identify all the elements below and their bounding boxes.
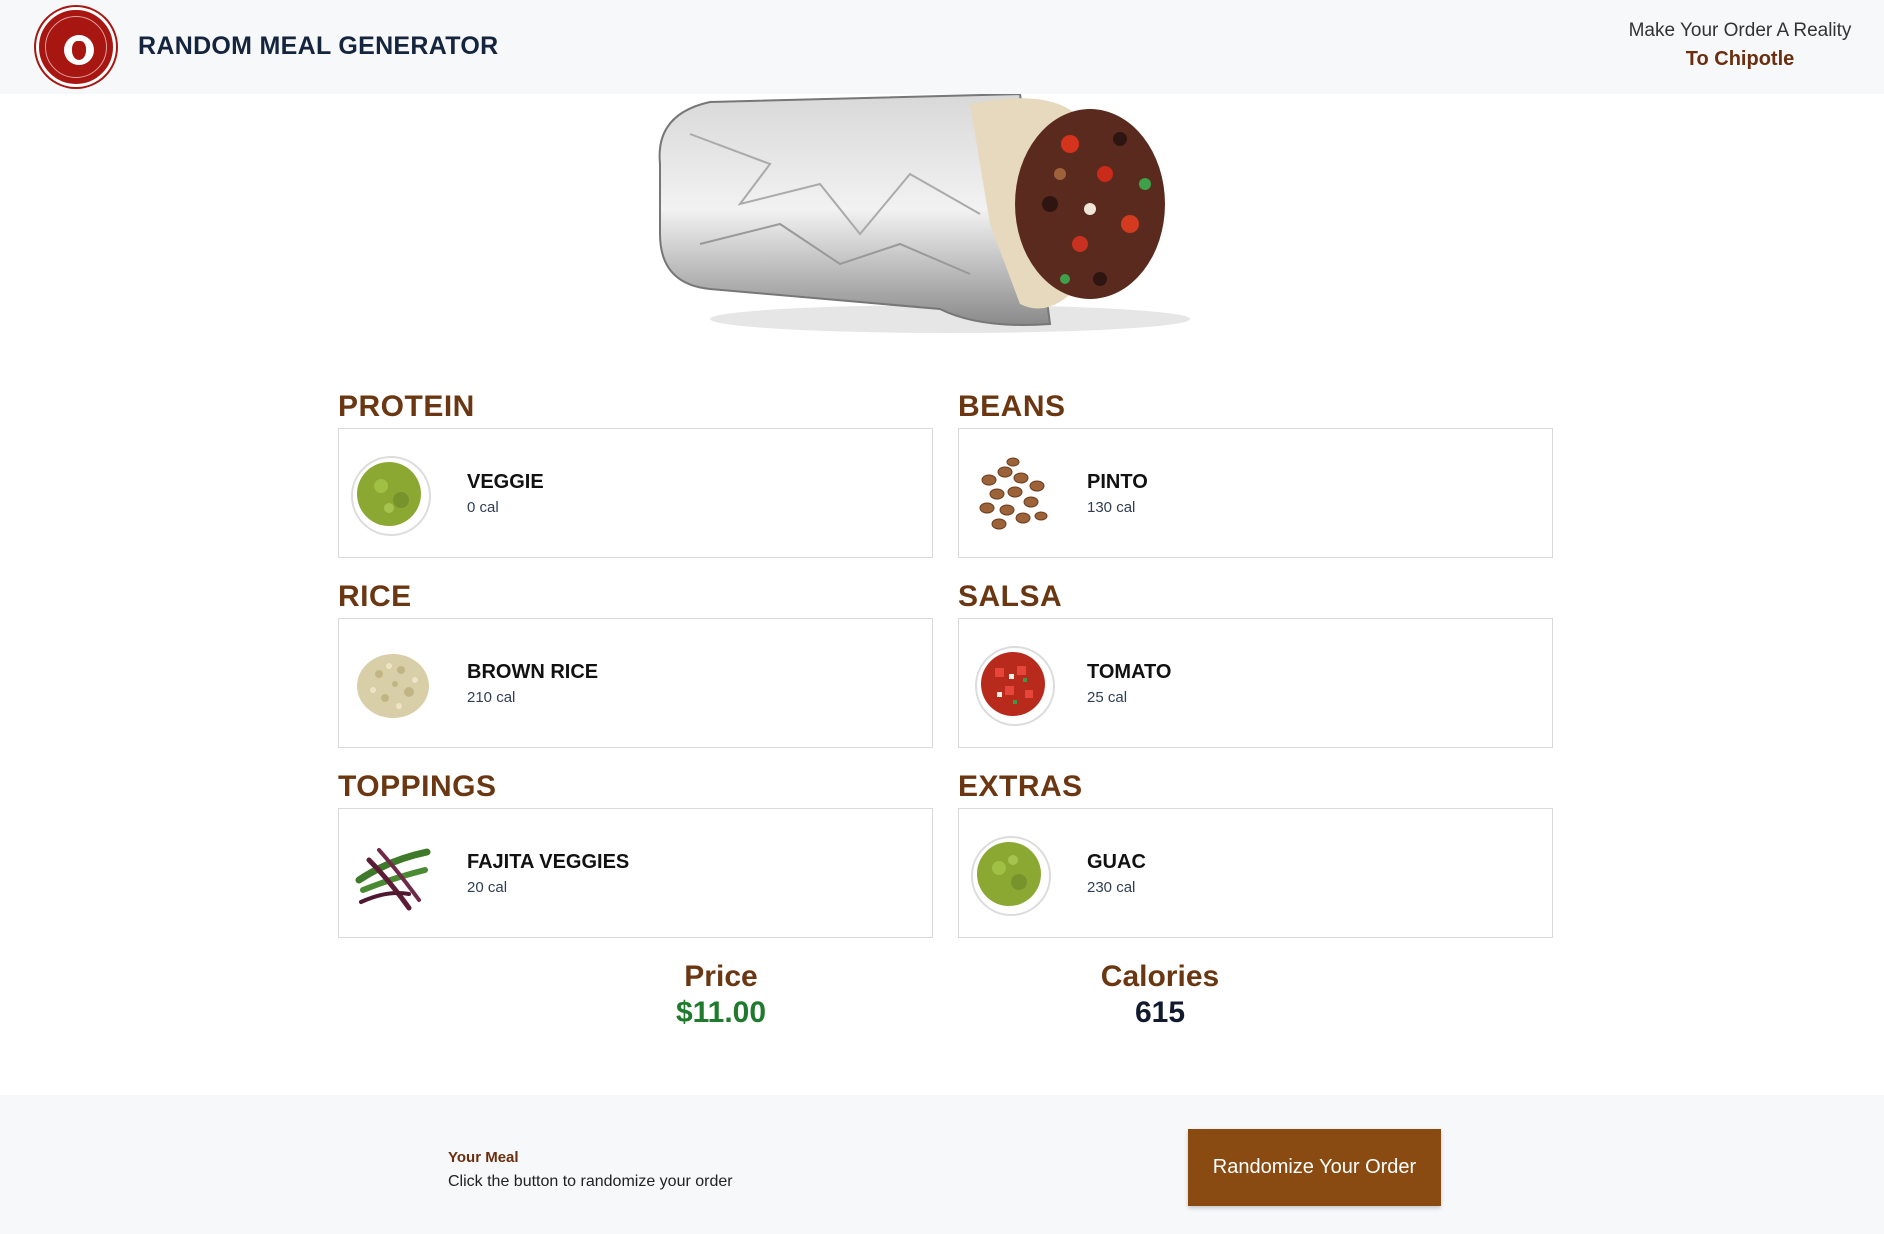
randomize-order-button[interactable]: Randomize Your Order: [1188, 1129, 1441, 1206]
burrito-image: [658, 94, 1190, 333]
rice-card: BROWN RICE 210 cal: [338, 618, 933, 748]
toppings-card: FAJITA VEGGIES 20 cal: [338, 808, 933, 938]
pepper-icon: [72, 41, 86, 60]
footer-bar: Your Meal Click the button to randomize …: [0, 1095, 1884, 1234]
fajita-veggies-icon: [355, 848, 431, 911]
section-title: RICE: [338, 580, 412, 613]
extras-calories: 230 cal: [1087, 879, 1136, 896]
protein-name: VEGGIE: [467, 471, 544, 493]
toppings-section: TOPPINGS FAJITA VEGGIES 20 cal: [338, 770, 933, 938]
rice-calories: 210 cal: [467, 689, 516, 706]
extras-name: GUAC: [1087, 851, 1146, 873]
protein-calories: 0 cal: [467, 499, 499, 516]
price-value: $11.00: [675, 996, 767, 1029]
rice-name: BROWN RICE: [467, 661, 599, 683]
beans-card: PINTO 130 cal: [958, 428, 1553, 558]
header-tagline: Make Your Order A Reality: [1628, 20, 1852, 41]
tomato-salsa-icon: [975, 646, 1055, 726]
section-title: BEANS: [958, 390, 1066, 423]
extras-section: EXTRAS GUAC 230 cal: [958, 770, 1553, 938]
guacamole-bowl-icon: [971, 836, 1051, 916]
protein-card: VEGGIE 0 cal: [338, 428, 933, 558]
to-chipotle-link[interactable]: To Chipotle: [1620, 48, 1860, 71]
brown-rice-icon: [357, 654, 429, 718]
toppings-name: FAJITA VEGGIES: [467, 851, 630, 873]
section-title: PROTEIN: [338, 390, 475, 423]
header-bar: RANDOM MEAL GENERATOR Make Your Order A …: [0, 0, 1884, 94]
pinto-beans-icon: [979, 457, 1048, 530]
price-label: Price: [684, 960, 758, 993]
your-meal-heading: Your Meal: [448, 1149, 519, 1166]
section-title: EXTRAS: [958, 770, 1083, 803]
logo-emblem: [64, 35, 94, 65]
beans-section: BEANS PINTO 130 cal: [958, 390, 1553, 558]
salsa-card: TOMATO 25 cal: [958, 618, 1553, 748]
beans-name: PINTO: [1087, 471, 1148, 493]
beans-calories: 130 cal: [1087, 499, 1136, 516]
salsa-calories: 25 cal: [1087, 689, 1128, 706]
calories-value: 615: [1134, 996, 1186, 1029]
calories-label: Calories: [1100, 960, 1220, 993]
salsa-section: SALSA TOMATO 25 cal: [958, 580, 1553, 748]
header-cta: Make Your Order A Reality To Chipotle: [1620, 20, 1860, 71]
protein-section: PROTEIN VEGGIE 0 cal: [338, 390, 933, 558]
section-title: SALSA: [958, 580, 1063, 613]
salsa-name: TOMATO: [1087, 661, 1172, 683]
app-title: RANDOM MEAL GENERATOR: [138, 32, 499, 60]
toppings-calories: 20 cal: [467, 879, 508, 896]
chipotle-logo[interactable]: [36, 7, 116, 87]
extras-card: GUAC 230 cal: [958, 808, 1553, 938]
footer-instructions: Click the button to randomize your order: [448, 1173, 733, 1190]
guacamole-bowl-icon: [351, 456, 431, 536]
rice-section: RICE BROWN RICE 210 cal: [338, 580, 933, 748]
section-title: TOPPINGS: [338, 770, 497, 803]
